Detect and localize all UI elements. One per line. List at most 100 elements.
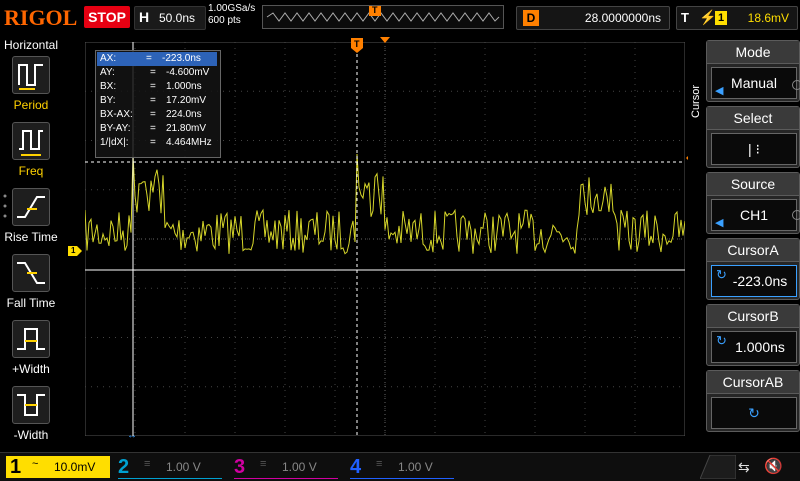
top-status-bar: RIGOL STOP H 50.0ns 1.00GSa/s 600 pts T …: [0, 0, 800, 36]
period-icon: [18, 64, 43, 90]
brand-logo: RIGOL: [4, 5, 78, 30]
readout-equals: =: [150, 67, 156, 78]
cursor-ab-title: CursorAB: [707, 371, 799, 394]
delay-label: D: [523, 10, 539, 26]
trigger-label: T: [681, 10, 689, 25]
softkey-indicator-icon: [792, 210, 800, 220]
cursor-b-value: 1.000ns: [735, 339, 785, 355]
knob-rotate-icon: ↻: [748, 405, 760, 421]
mode-title: Mode: [707, 41, 799, 64]
ch2-status[interactable]: 2 ≡ 1.00 V: [118, 456, 222, 479]
readout-equals: =: [150, 109, 156, 120]
positive-width-label: +Width: [12, 362, 50, 376]
trigger-level: 18.6mV: [747, 11, 789, 25]
freq-icon: [19, 130, 43, 156]
rise-time-label: Rise Time: [4, 230, 58, 244]
source-value-box: ◀ CH1: [711, 199, 797, 231]
menu-side-title: Cursor: [690, 84, 702, 118]
memory-depth: 600 pts: [208, 15, 241, 26]
cursor-ab-softkey[interactable]: CursorAB ↻: [706, 370, 800, 432]
mode-value: Manual: [731, 75, 777, 91]
cursor-a-title: CursorA: [707, 239, 799, 262]
select-value-box: | ⁝: [711, 133, 797, 165]
source-title: Source: [707, 173, 799, 196]
readout-equals: =: [146, 53, 152, 64]
cursor-b-title: CursorB: [707, 305, 799, 328]
source-softkey[interactable]: Source ◀ CH1: [706, 172, 800, 234]
positive-width-button[interactable]: [12, 320, 50, 358]
sample-rate: 1.00GSa/s: [208, 3, 256, 14]
cursor-b-softkey[interactable]: CursorB ↻ 1.000ns: [706, 304, 800, 366]
rise-time-button[interactable]: [12, 188, 50, 226]
panel-title: Horizontal: [3, 38, 59, 52]
cursor-ab-value-box: ↻: [711, 397, 797, 429]
positive-width-icon: [17, 328, 45, 350]
menu-tab-decoration: [700, 455, 736, 479]
trigger-status[interactable]: T ⚡ 1 18.6mV: [676, 6, 798, 30]
cursor-menu-panel: Cursor Mode ◀ Manual Select | ⁝ Source ◀…: [688, 36, 800, 452]
cursor-a-softkey[interactable]: CursorA ↻ -223.0ns: [706, 238, 800, 300]
softkey-indicator-icon: [792, 80, 800, 90]
cursor-readout-panel: AX: = -223.0ns AY: = -4.600mV BX: = 1.00…: [95, 50, 221, 158]
period-button[interactable]: [12, 56, 50, 94]
negative-width-icon: [17, 394, 45, 416]
readout-value: -4.600mV: [166, 67, 210, 78]
ch3-number: 3: [234, 456, 246, 478]
menu-scroll-dots-icon: [3, 194, 7, 218]
memory-trigger-marker: T: [372, 5, 378, 15]
memory-waveform-icon: [266, 6, 500, 22]
ch1-scale: 10.0mV: [54, 460, 96, 474]
channel-status-bar: 1 ~ 10.0mV 2 ≡ 1.00 V 3 ≡ 1.00 V 4 ≡ 1.0…: [0, 452, 800, 481]
cursor-a-value: -223.0ns: [732, 273, 788, 289]
ch4-scale: 1.00 V: [398, 460, 433, 474]
delay-marker: [380, 37, 390, 43]
readout-equals: =: [150, 137, 156, 148]
select-value: | ⁝: [748, 141, 760, 157]
cursor-a-handle-icon[interactable]: ↔: [127, 430, 137, 441]
ch4-coupling-icon: ≡: [376, 458, 383, 470]
readout-value: 21.80mV: [166, 123, 207, 134]
cursor-a-value-box: ↻ -223.0ns: [711, 265, 797, 297]
ch1-offset-label: 1: [71, 246, 76, 255]
fall-time-icon: [17, 262, 45, 284]
ch4-status[interactable]: 4 ≡ 1.00 V: [350, 456, 454, 479]
negative-width-label: -Width: [13, 428, 49, 442]
ch3-status[interactable]: 3 ≡ 1.00 V: [234, 456, 338, 479]
readout-row-ax: AX: = -223.0ns: [97, 52, 217, 66]
trigger-source: 1: [715, 11, 727, 25]
readout-label: AY:: [100, 67, 115, 78]
readout-label: BY-AY:: [100, 123, 131, 134]
delay-value: 28.0000000ns: [584, 11, 661, 25]
ch1-status[interactable]: 1 ~ 10.0mV: [6, 456, 110, 478]
readout-equals: =: [150, 123, 156, 134]
ch4-number: 4: [350, 456, 362, 478]
ch2-number: 2: [118, 456, 130, 478]
readout-label: BX-AX:: [100, 109, 133, 120]
readout-value: 17.20mV: [166, 95, 207, 106]
ch2-scale: 1.00 V: [166, 460, 201, 474]
select-softkey[interactable]: Select | ⁝: [706, 106, 800, 168]
horizontal-measure-panel: Horizontal Period Freq Rise Time Fall Ti…: [0, 36, 62, 452]
negative-width-button[interactable]: [12, 386, 50, 424]
run-stop-status[interactable]: STOP: [84, 6, 130, 28]
trigger-position-label: T: [354, 39, 360, 49]
readout-label: BX:: [100, 81, 117, 92]
timebase-value: 50.0ns: [159, 11, 196, 25]
select-title: Select: [707, 107, 799, 130]
horizontal-timebase[interactable]: H 50.0ns: [134, 6, 206, 30]
horizontal-label: H: [139, 9, 150, 25]
readout-equals: =: [150, 81, 156, 92]
speaker-muted-icon[interactable]: 🔇: [764, 457, 783, 475]
fall-time-button[interactable]: [12, 254, 50, 292]
mode-softkey[interactable]: Mode ◀ Manual: [706, 40, 800, 102]
horizontal-delay[interactable]: D 28.0000000ns: [516, 6, 670, 30]
freq-button[interactable]: [12, 122, 50, 160]
readout-label: 1/|dX|:: [100, 137, 129, 148]
cursor-b-value-box: ↻ 1.000ns: [711, 331, 797, 363]
mode-value-box: ◀ Manual: [711, 67, 797, 99]
readout-equals: =: [150, 95, 156, 106]
rise-time-icon: [17, 196, 45, 218]
freq-label: Freq: [18, 164, 44, 178]
readout-label: AX:: [100, 53, 117, 64]
memory-overview[interactable]: T: [262, 5, 504, 29]
